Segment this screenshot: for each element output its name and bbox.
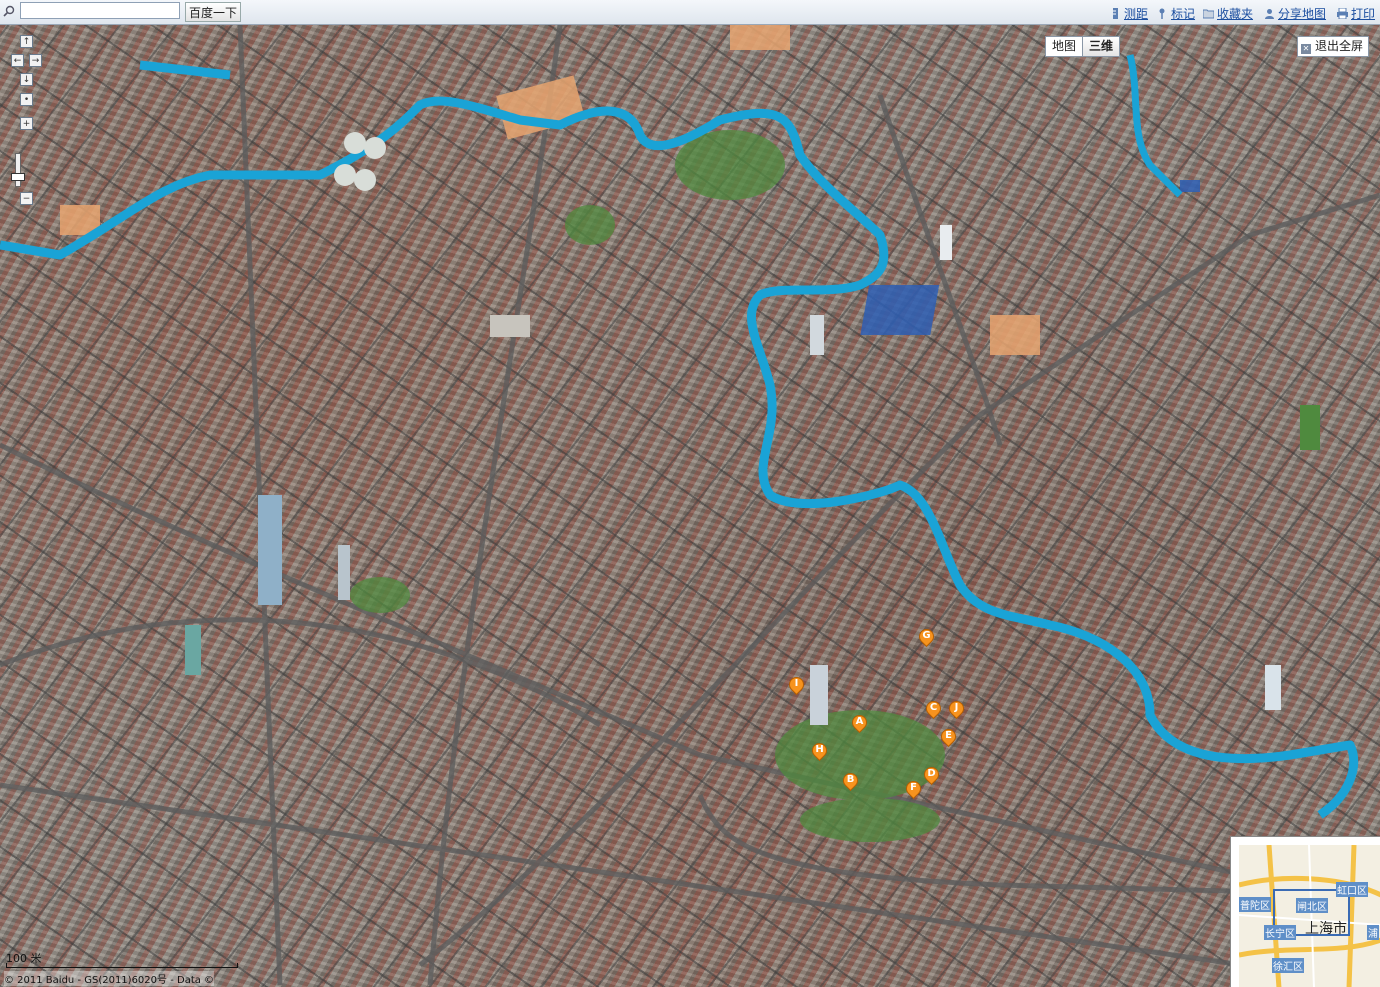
pin-icon bbox=[1159, 8, 1165, 19]
toolbar: 百度一下 测距 标记 收藏夹 分享地图 打印 bbox=[0, 0, 1380, 25]
district-xuhui: 徐汇区 bbox=[1272, 958, 1304, 973]
pan-up-button[interactable]: ↑ bbox=[20, 35, 33, 48]
zoom-handle[interactable] bbox=[11, 173, 25, 181]
marker-e[interactable]: E bbox=[937, 725, 960, 749]
search-button[interactable]: 百度一下 bbox=[185, 2, 241, 22]
marker-i[interactable]: I bbox=[785, 673, 808, 697]
zoom-out-button[interactable]: − bbox=[20, 192, 33, 205]
printer-icon bbox=[1337, 8, 1348, 19]
marker-h[interactable]: H bbox=[808, 739, 831, 763]
district-pudong: 浦 bbox=[1367, 925, 1379, 940]
recenter-button[interactable]: • bbox=[20, 93, 33, 106]
map-type-2d[interactable]: 地图 bbox=[1046, 37, 1082, 56]
river-west bbox=[139, 60, 231, 80]
river bbox=[0, 96, 1359, 819]
map-canvas[interactable]: ↑ ← → ↓ • + − 地图 三维 ✕ 退出全屏 A B C D E F G … bbox=[0, 25, 1380, 987]
exit-fullscreen-button[interactable]: ✕ 退出全屏 bbox=[1297, 36, 1370, 57]
marker-g[interactable]: G bbox=[915, 625, 938, 649]
overview-roads bbox=[1239, 845, 1380, 987]
favorites-link[interactable]: 收藏夹 bbox=[1203, 5, 1253, 22]
overview-city-label: 上海市 bbox=[1305, 921, 1347, 937]
district-changning: 长宁区 bbox=[1264, 925, 1296, 940]
map-type-3d[interactable]: 三维 bbox=[1082, 37, 1120, 56]
overview-map-canvas: 普陀区 闸北区 虹口区 长宁区 浦 徐汇区 上海市 bbox=[1239, 845, 1380, 987]
favorites-label: 收藏夹 bbox=[1217, 7, 1254, 21]
pan-left-button[interactable]: ← bbox=[11, 54, 24, 67]
mark-label: 标记 bbox=[1171, 7, 1196, 21]
station-roofs bbox=[860, 180, 1200, 335]
print-link[interactable]: 打印 bbox=[1337, 5, 1375, 22]
share-label: 分享地图 bbox=[1278, 7, 1327, 21]
share-icon bbox=[1265, 9, 1274, 19]
search-icon bbox=[3, 5, 15, 17]
overview-map[interactable]: 普陀区 闸北区 虹口区 长宁区 浦 徐汇区 上海市 bbox=[1230, 836, 1380, 987]
river-north bbox=[1126, 54, 1183, 198]
copyright-text: © 2011 Baidu - GS(2011)6020号 - Data © bbox=[4, 971, 215, 986]
exit-fullscreen-label: 退出全屏 bbox=[1315, 39, 1364, 53]
print-label: 打印 bbox=[1351, 7, 1376, 21]
district-zhabei: 闸北区 bbox=[1296, 898, 1328, 913]
pan-right-button[interactable]: → bbox=[29, 54, 42, 67]
marker-d[interactable]: D bbox=[920, 763, 943, 787]
share-link[interactable]: 分享地图 bbox=[1264, 5, 1326, 22]
measure-label: 测距 bbox=[1124, 7, 1149, 21]
zoom-slider[interactable] bbox=[15, 153, 21, 187]
measure-link[interactable]: 测距 bbox=[1110, 5, 1148, 22]
folder-icon bbox=[1203, 9, 1214, 19]
search-input[interactable] bbox=[20, 2, 180, 19]
map-type-switch: 地图 三维 bbox=[1045, 36, 1121, 57]
marker-a[interactable]: A bbox=[848, 711, 871, 735]
map-imagery bbox=[0, 25, 1380, 987]
parks bbox=[350, 130, 945, 842]
ruler-icon bbox=[1113, 8, 1118, 19]
scale-bar bbox=[6, 963, 238, 968]
mark-link[interactable]: 标记 bbox=[1157, 5, 1195, 22]
zoom-in-button[interactable]: + bbox=[20, 117, 33, 130]
towers bbox=[185, 132, 1320, 725]
marker-f[interactable]: F bbox=[902, 777, 925, 801]
close-icon: ✕ bbox=[1301, 44, 1311, 54]
pan-down-button[interactable]: ↓ bbox=[20, 73, 33, 86]
marker-j[interactable]: J bbox=[945, 697, 968, 721]
district-putuo: 普陀区 bbox=[1239, 897, 1271, 912]
marker-b[interactable]: B bbox=[839, 769, 862, 793]
marker-c[interactable]: C bbox=[922, 697, 945, 721]
district-hongkou: 虹口区 bbox=[1336, 882, 1368, 897]
